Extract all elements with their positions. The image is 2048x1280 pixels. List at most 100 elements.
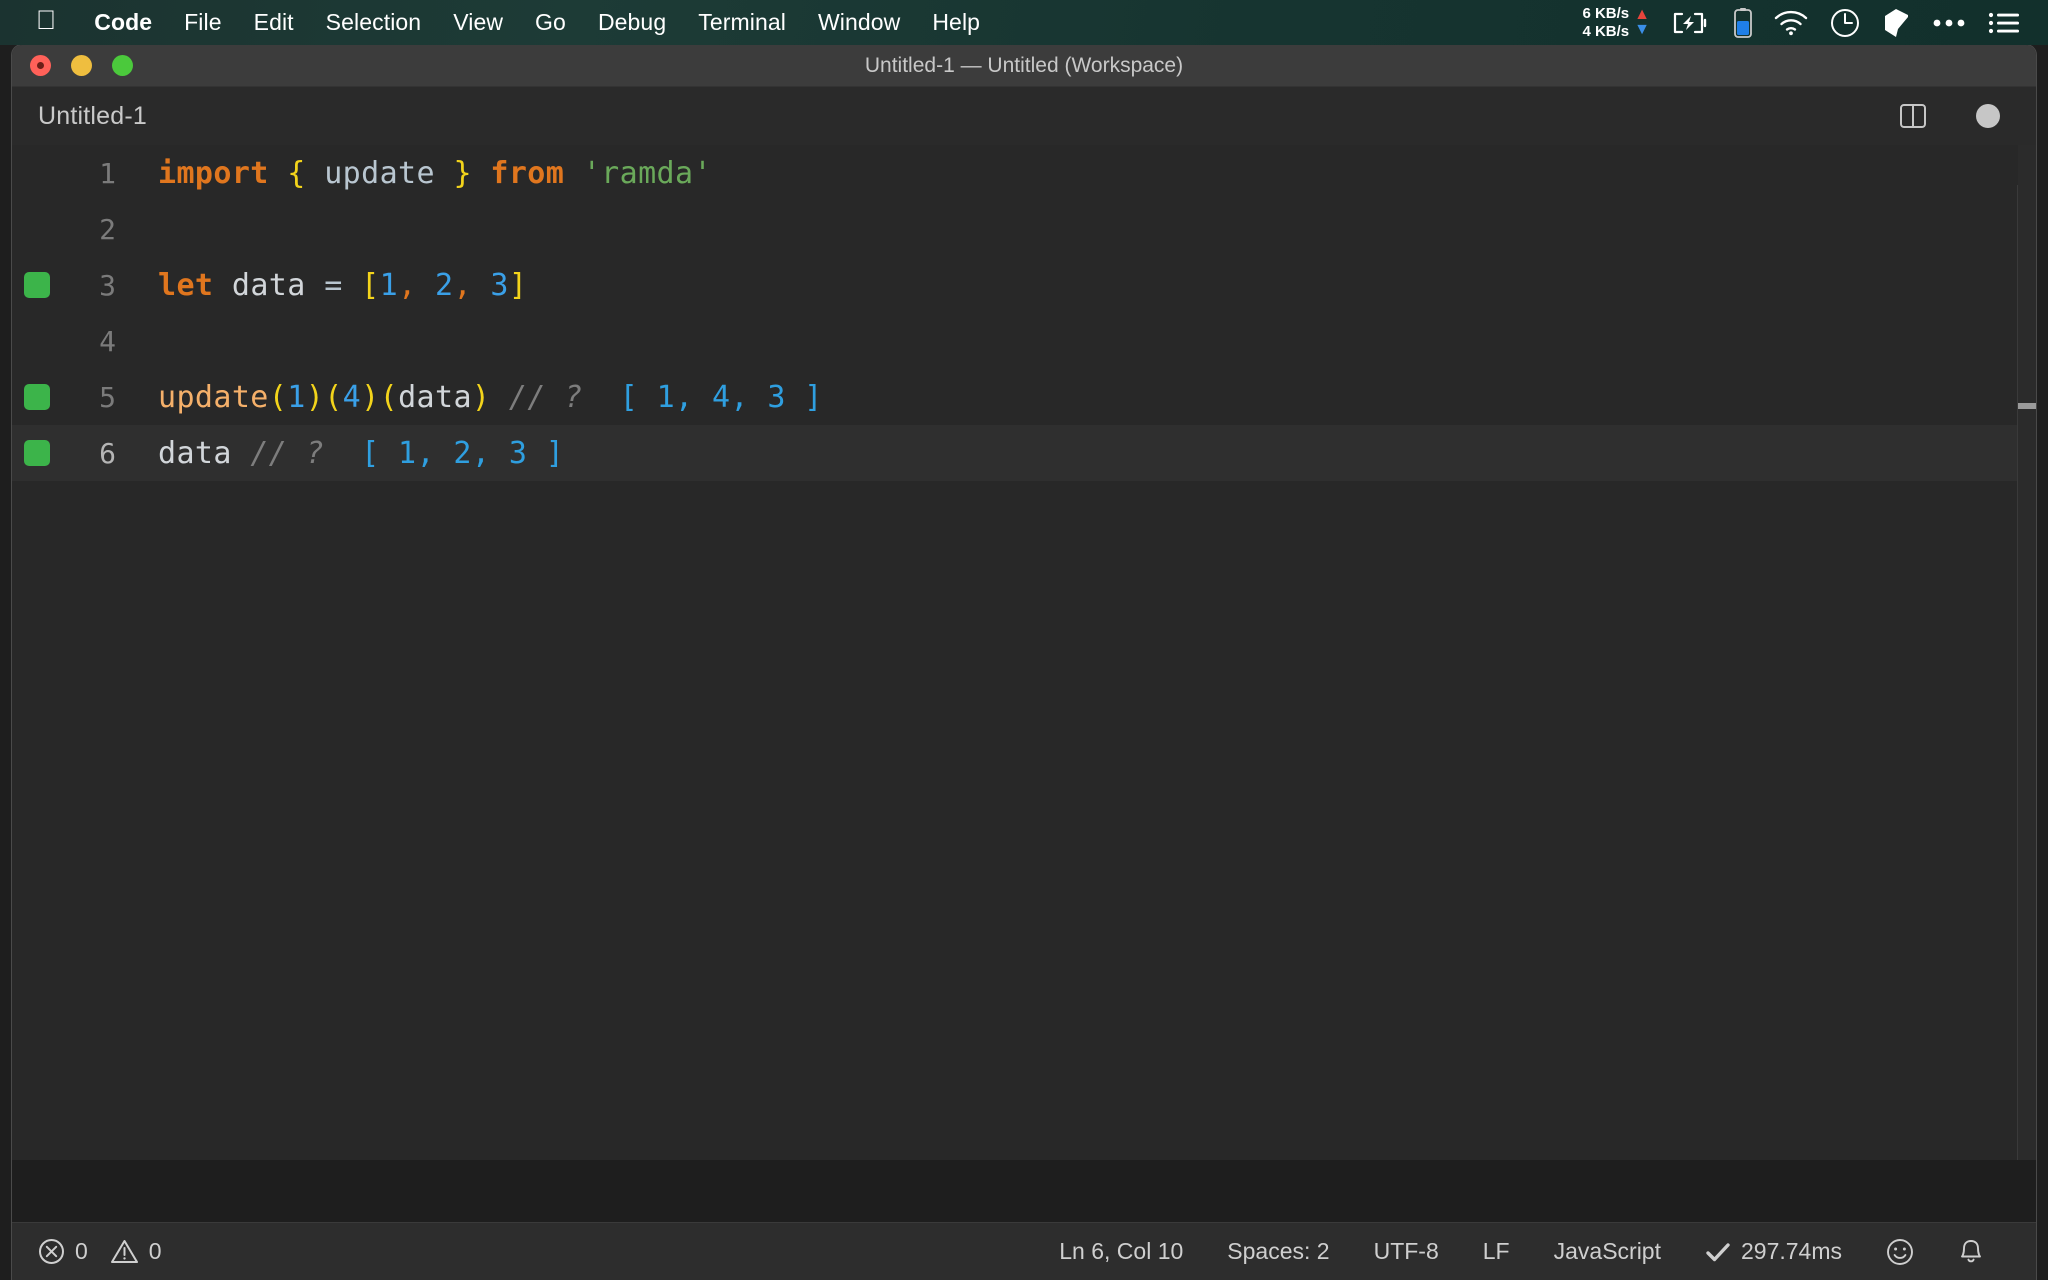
tab-untitled-1[interactable]: Untitled-1: [38, 102, 147, 131]
cube-icon[interactable]: [1882, 8, 1910, 38]
run-time-value: 297.74ms: [1740, 1238, 1842, 1264]
error-circle-icon: [38, 1238, 65, 1265]
close-button[interactable]: [30, 55, 51, 76]
error-count: 0: [75, 1238, 88, 1264]
token-kw: let: [158, 267, 214, 303]
menu-bar-status-icons: 6 KB/s 4 KB/s ▲ ▼: [1582, 0, 2048, 45]
overview-ruler-mark: [2018, 403, 2036, 409]
status-problems[interactable]: 0 0: [38, 1238, 184, 1265]
token-str: 'ramda': [582, 155, 712, 191]
check-mark-icon: [1705, 1240, 1731, 1264]
code-line[interactable]: 5 update(1)(4)(data) // ? [ 1, 4, 3 ]: [12, 369, 2036, 425]
split-editor-icon[interactable]: [1898, 101, 1928, 131]
ellipsis-icon[interactable]: [1932, 18, 1966, 28]
token-brace: }: [453, 155, 472, 191]
network-speed-indicator[interactable]: 6 KB/s 4 KB/s ▲ ▼: [1582, 5, 1650, 40]
token-kw: from: [490, 155, 565, 191]
smiley-icon: [1886, 1238, 1914, 1266]
line-content: data // ? [ 1, 2, 3 ]: [134, 436, 564, 471]
minimize-button[interactable]: [71, 55, 92, 76]
apple-logo-icon[interactable]: : [36, 7, 56, 34]
token-paren: (: [268, 379, 288, 415]
line-content: let data = [1, 2, 3]: [134, 268, 527, 303]
token-paren: ): [471, 379, 491, 415]
token-num: 1: [287, 379, 306, 415]
battery-level-icon[interactable]: [1734, 7, 1752, 38]
token-brace: [: [361, 267, 380, 303]
clock-icon[interactable]: [1830, 8, 1860, 38]
menu-item-window[interactable]: Window: [802, 9, 916, 36]
editor-tab-bar: Untitled-1: [12, 87, 2036, 145]
token-ident: update: [324, 155, 435, 191]
list-menu-icon[interactable]: [1988, 11, 2020, 35]
window-title-bar: Untitled-1 — Untitled (Workspace): [12, 45, 2036, 87]
status-eol[interactable]: LF: [1461, 1238, 1532, 1265]
line-content: import { update } from 'ramda': [134, 156, 712, 191]
menu-item-debug[interactable]: Debug: [582, 9, 682, 36]
status-indentation[interactable]: Spaces: 2: [1205, 1238, 1351, 1265]
status-bar-left: 0 0: [38, 1238, 184, 1265]
code-line[interactable]: 4: [12, 313, 2036, 369]
network-download-rate: 4 KB/s: [1582, 22, 1630, 40]
vscode-window: Untitled-1 — Untitled (Workspace) Untitl…: [12, 45, 2036, 1280]
token-plain: data: [231, 267, 306, 303]
editor-actions: [1898, 101, 2036, 131]
menu-item-edit[interactable]: Edit: [238, 9, 310, 36]
status-language-mode[interactable]: JavaScript: [1532, 1238, 1683, 1265]
token-num: 2: [435, 267, 454, 303]
menu-item-go[interactable]: Go: [519, 9, 582, 36]
code-line[interactable]: 3 let data = [1, 2, 3]: [12, 257, 2036, 313]
status-bar-right: Ln 6, Col 10 Spaces: 2 UTF-8 LF JavaScri…: [1037, 1238, 2036, 1266]
overview-ruler[interactable]: [2018, 145, 2036, 1160]
bell-icon: [1958, 1238, 1984, 1266]
battery-charging-icon[interactable]: [1672, 11, 1712, 35]
code-editor[interactable]: 1 import { update } from 'ramda' 2 3 let dat…: [12, 145, 2036, 1160]
token-punct: ,: [453, 267, 472, 303]
menu-item-view[interactable]: View: [437, 9, 519, 36]
gutter-marker-icon: [24, 440, 50, 466]
token-result: [ 1, 4, 3 ]: [619, 379, 823, 415]
menu-item-selection[interactable]: Selection: [310, 9, 438, 36]
code-line[interactable]: 1 import { update } from 'ramda': [12, 145, 2036, 201]
token-num: 3: [490, 267, 509, 303]
status-notifications[interactable]: [1936, 1238, 2006, 1266]
unsaved-dot-icon[interactable]: [1976, 104, 2000, 128]
code-line[interactable]: 2: [12, 201, 2036, 257]
status-run-time[interactable]: 297.74ms: [1683, 1238, 1864, 1265]
wifi-icon[interactable]: [1774, 10, 1808, 36]
status-feedback[interactable]: [1864, 1238, 1936, 1266]
menu-item-code[interactable]: Code: [78, 9, 168, 36]
token-brace: {: [287, 155, 306, 191]
menu-bar-items:  Code File Edit Selection View Go Debug…: [0, 0, 996, 45]
zoom-button[interactable]: [112, 55, 133, 76]
menu-item-terminal[interactable]: Terminal: [682, 9, 802, 36]
token-paren: ): [361, 379, 380, 415]
token-fn: update: [158, 379, 269, 415]
download-arrow-icon: ▼: [1634, 21, 1650, 38]
token-paren: ): [305, 379, 325, 415]
traffic-lights: [30, 55, 133, 76]
token-paren: (: [324, 379, 343, 415]
token-plain: data: [158, 435, 232, 471]
warning-triangle-icon: [110, 1238, 139, 1265]
status-cursor-position[interactable]: Ln 6, Col 10: [1037, 1238, 1205, 1265]
menu-item-help[interactable]: Help: [916, 9, 996, 36]
gutter-marker-icon: [24, 272, 50, 298]
code-line[interactable]: 6 data // ? [ 1, 2, 3 ]: [12, 425, 2036, 481]
menu-item-file[interactable]: File: [168, 9, 237, 36]
macos-menu-bar:  Code File Edit Selection View Go Debug…: [0, 0, 2048, 45]
status-encoding[interactable]: UTF-8: [1352, 1238, 1461, 1265]
token-comment: // ?: [250, 435, 325, 471]
window-title: Untitled-1 — Untitled (Workspace): [864, 53, 1184, 77]
